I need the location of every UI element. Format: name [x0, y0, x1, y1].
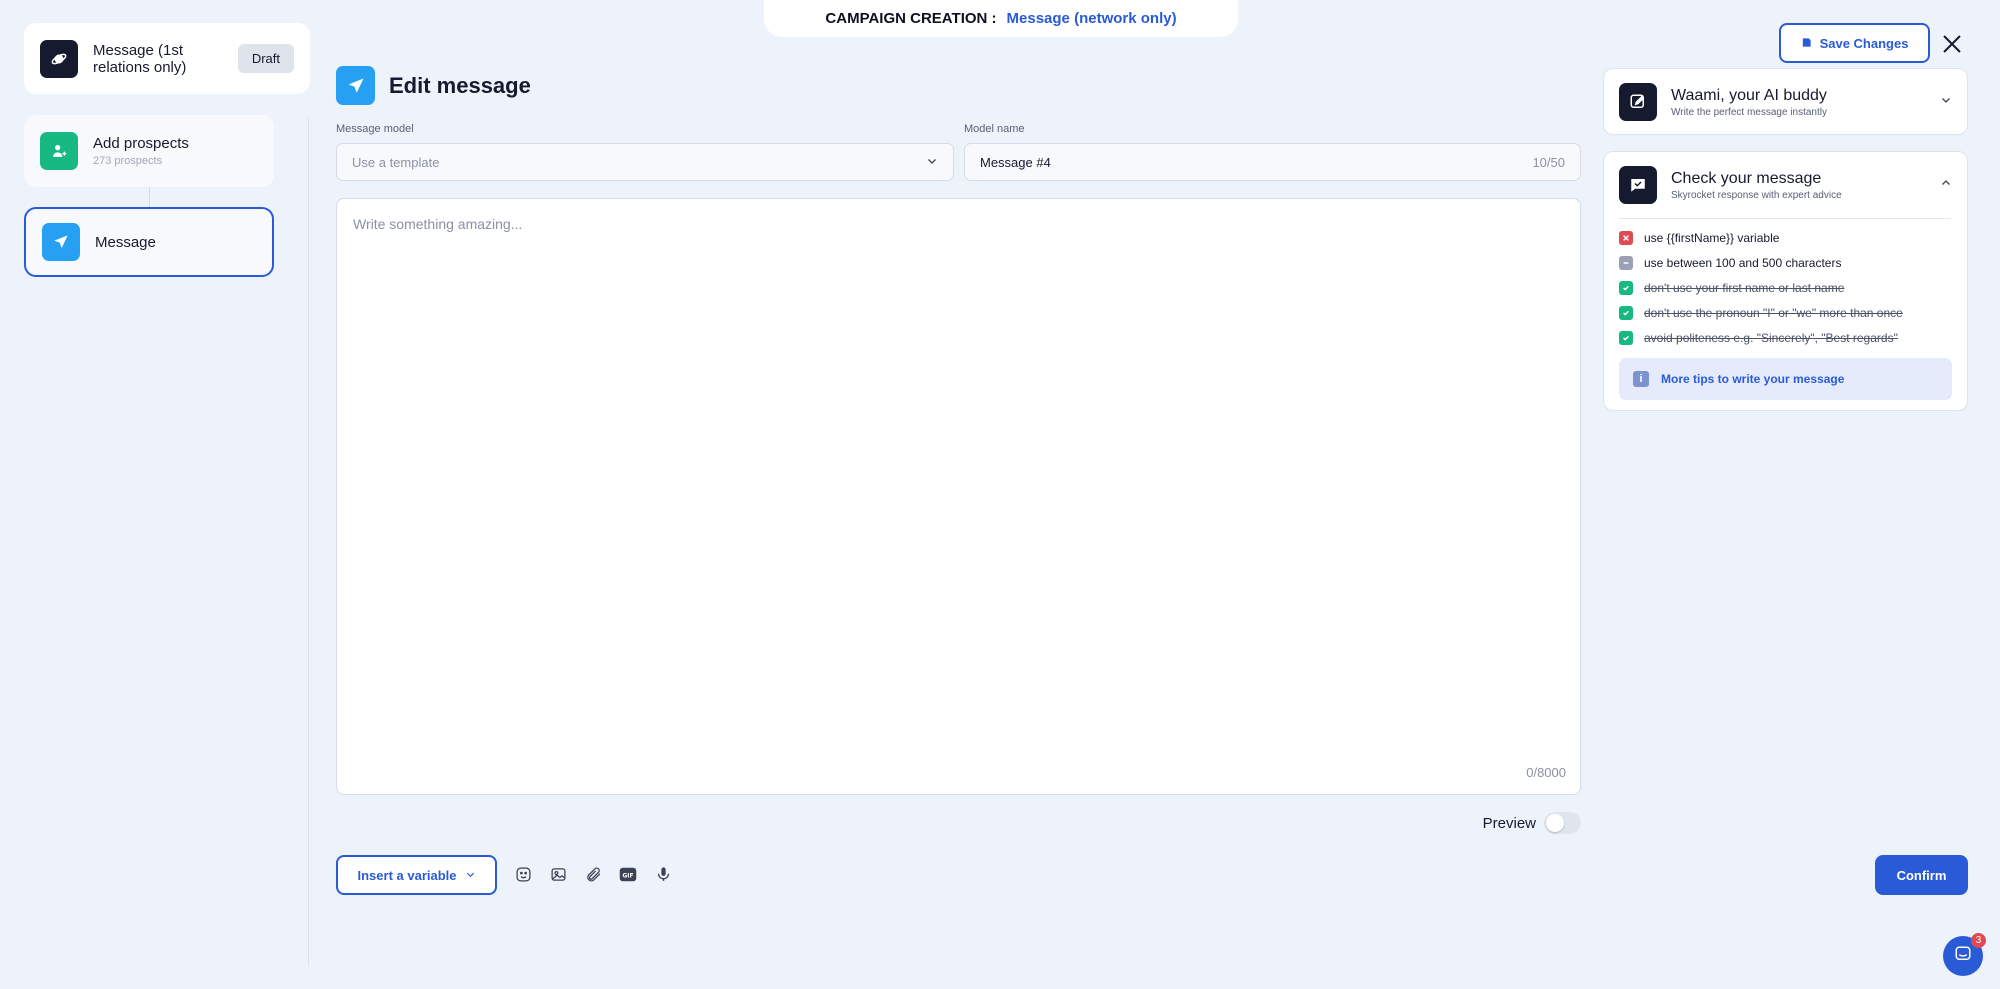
minus-icon	[1619, 255, 1633, 270]
check-item: don't use the pronoun "I" or "we" more t…	[1619, 300, 1952, 325]
chat-launcher[interactable]: 3	[1943, 933, 1986, 976]
check-message-card: Check your message Skyrocket response wi…	[1603, 151, 1968, 411]
save-icon	[1801, 36, 1812, 51]
check-item: avoid politeness e.g. "Sincerely", "Best…	[1619, 325, 1952, 350]
message-model-label: Message model	[336, 123, 414, 135]
more-tips-label: More tips to write your message	[1661, 372, 1845, 386]
preview-label: Preview	[1482, 814, 1536, 832]
campaign-header-label: CAMPAIGN CREATION :	[825, 10, 997, 27]
check-icon	[1619, 330, 1633, 345]
step-title: Add prospects	[93, 135, 189, 152]
gif-icon[interactable]: GIF	[619, 865, 637, 883]
preview-toggle[interactable]	[1544, 812, 1581, 834]
check-item-label: use {{firstName}} variable	[1644, 230, 1780, 245]
attachment-icon[interactable]	[584, 865, 602, 883]
save-changes-label: Save Changes	[1819, 35, 1909, 51]
page-title: Edit message	[389, 72, 531, 98]
paper-plane-icon	[42, 223, 80, 261]
save-changes-button[interactable]: Save Changes	[1779, 23, 1930, 63]
check-item-label: use between 100 and 500 characters	[1644, 255, 1842, 270]
check-message-subtitle: Skyrocket response with expert advice	[1671, 189, 1842, 201]
more-tips-link[interactable]: i More tips to write your message	[1619, 358, 1952, 400]
message-textarea[interactable]: Write something amazing... 0/8000	[336, 198, 1581, 795]
svg-text:GIF: GIF	[622, 872, 633, 879]
chevron-down-icon[interactable]	[1940, 93, 1952, 111]
check-item-label: avoid politeness e.g. "Sincerely", "Best…	[1644, 330, 1898, 345]
microphone-icon[interactable]	[654, 865, 672, 883]
step-add-prospects[interactable]: Add prospects 273 prospects	[24, 115, 274, 187]
campaign-header: CAMPAIGN CREATION : Message (network onl…	[764, 0, 1238, 37]
message-char-counter: 0/8000	[1526, 765, 1566, 780]
step-message-1st-relations[interactable]: Message (1st relations only) Draft	[24, 23, 310, 94]
chat-icon	[1954, 945, 1972, 968]
editor-toolbar: GIF	[514, 865, 672, 883]
close-icon[interactable]	[1940, 32, 1964, 56]
confirm-button[interactable]: Confirm	[1875, 855, 1968, 895]
draft-badge: Draft	[237, 44, 294, 73]
insert-variable-button[interactable]: Insert a variable	[336, 855, 497, 895]
info-icon: i	[1633, 371, 1649, 387]
chat-check-icon	[1619, 166, 1657, 204]
model-name-label: Model name	[964, 123, 1025, 135]
chat-badge: 3	[1971, 933, 1986, 948]
model-name-counter: 10/50	[1532, 154, 1565, 170]
step-subtitle: 273 prospects	[93, 155, 163, 167]
check-item-label: don't use your first name or last name	[1644, 280, 1845, 295]
ai-buddy-card[interactable]: Waami, your AI buddy Write the perfect m…	[1603, 68, 1968, 135]
edit-icon	[1619, 83, 1657, 121]
step-connector	[149, 187, 150, 207]
paper-plane-icon	[336, 66, 375, 105]
check-item: don't use your first name or last name	[1619, 275, 1952, 300]
image-icon[interactable]	[549, 865, 567, 883]
ai-buddy-title: Waami, your AI buddy	[1671, 86, 1827, 104]
check-item-label: don't use the pronoun "I" or "we" more t…	[1644, 305, 1903, 320]
fail-icon	[1619, 230, 1633, 245]
editor-header: Edit message	[336, 66, 531, 105]
chevron-down-icon	[926, 155, 938, 170]
emoji-icon[interactable]	[514, 865, 532, 883]
step-title: Message (1st relations only)	[93, 41, 187, 76]
check-list: use {{firstName}} variable use between 1…	[1604, 219, 1967, 350]
planet-icon	[40, 39, 78, 78]
message-model-placeholder: Use a template	[352, 154, 440, 170]
message-placeholder: Write something amazing...	[353, 216, 523, 232]
step-title: Message	[95, 233, 156, 251]
user-add-icon	[40, 132, 78, 170]
message-model-select[interactable]: Use a template	[336, 143, 954, 181]
check-icon	[1619, 305, 1633, 320]
preview-control: Preview	[1483, 812, 1581, 834]
ai-buddy-subtitle: Write the perfect message instantly	[1671, 106, 1827, 118]
sidebar-divider	[308, 118, 309, 966]
chevron-up-icon[interactable]	[1940, 176, 1952, 194]
insert-variable-label: Insert a variable	[357, 867, 457, 883]
step-message[interactable]: Message	[24, 207, 274, 277]
check-item: use {{firstName}} variable	[1619, 225, 1952, 250]
chevron-down-icon	[465, 868, 476, 883]
model-name-input[interactable]: Message #4 10/50	[964, 143, 1581, 181]
model-name-value: Message #4	[980, 154, 1051, 170]
check-icon	[1619, 280, 1633, 295]
campaign-header-value: Message (network only)	[1006, 10, 1177, 27]
check-message-title: Check your message	[1671, 169, 1822, 187]
check-item: use between 100 and 500 characters	[1619, 250, 1952, 275]
